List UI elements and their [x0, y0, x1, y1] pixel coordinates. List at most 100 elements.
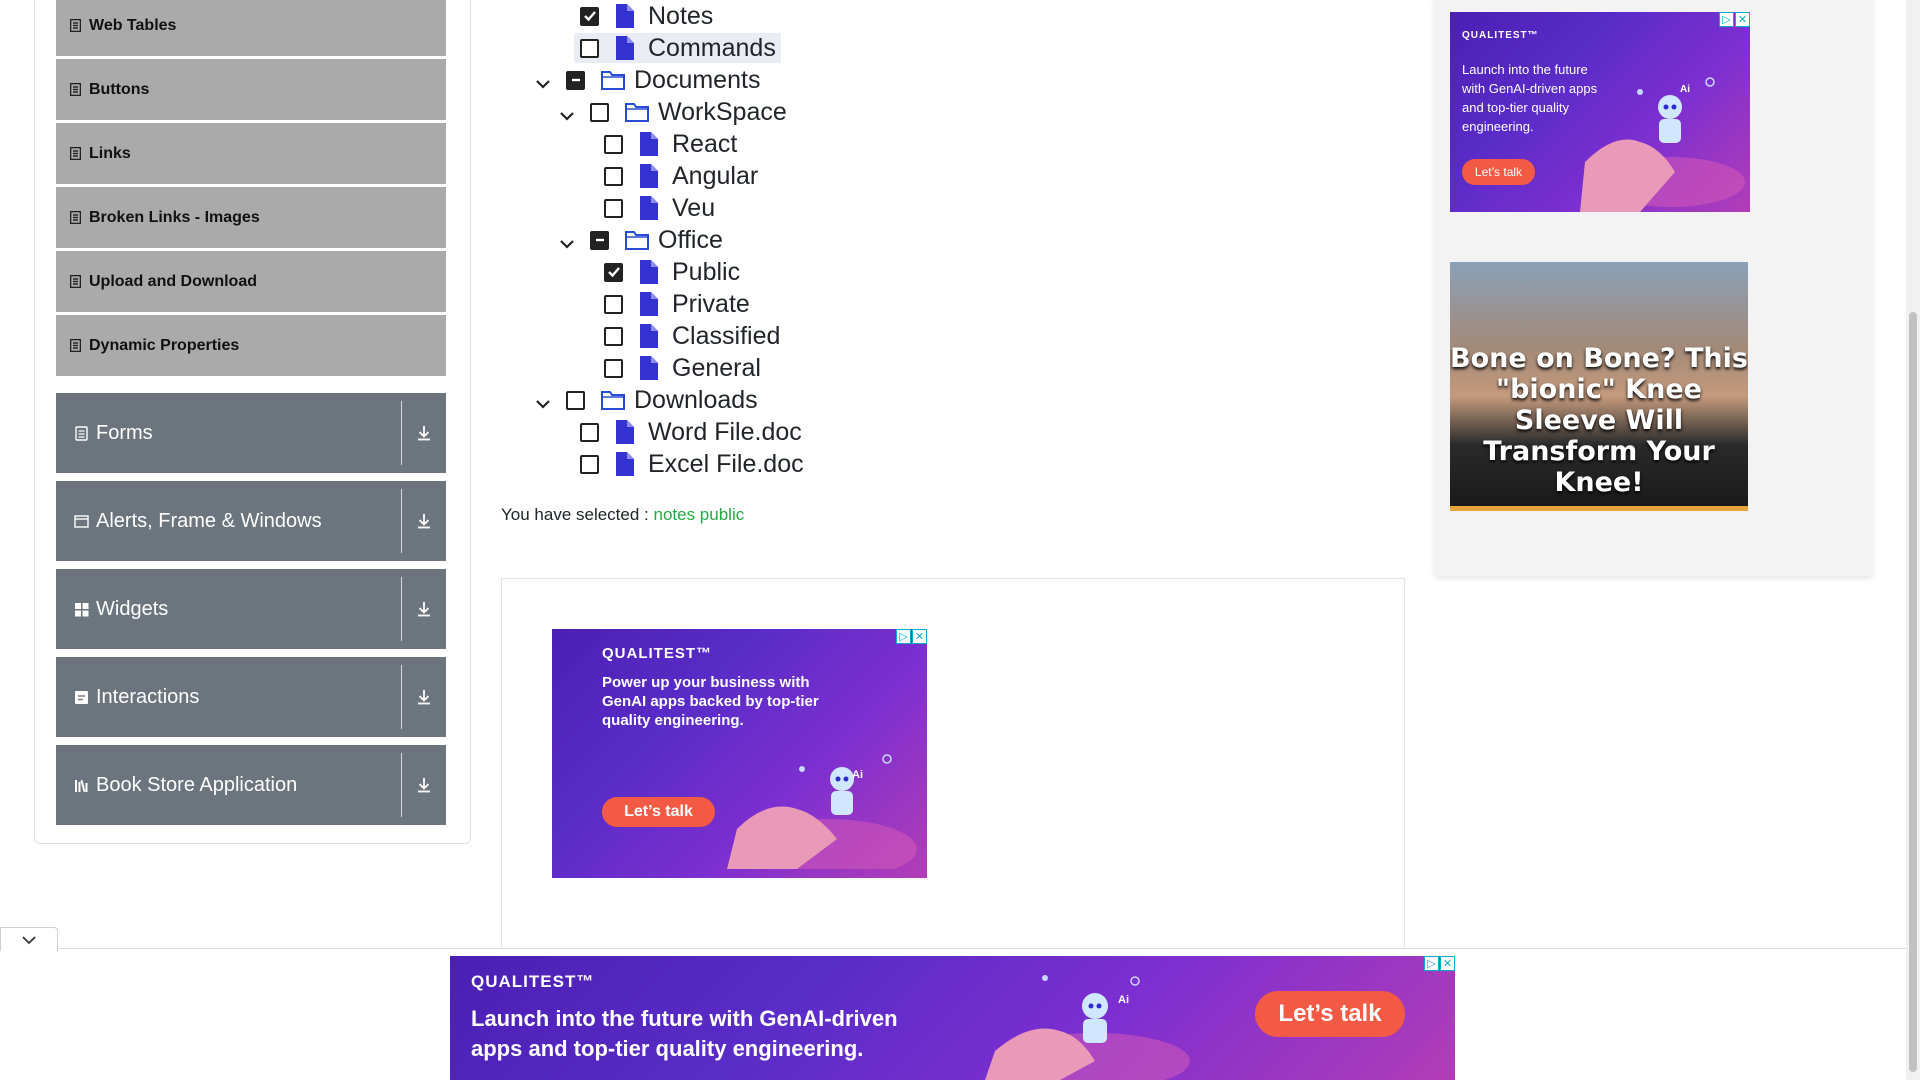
- sidebar-group-book-store[interactable]: Book Store Application: [56, 745, 446, 825]
- download-arrow-icon: [402, 601, 446, 617]
- selection-prefix: You have selected :: [501, 505, 649, 524]
- chevron-down-icon[interactable]: [534, 391, 552, 409]
- tree-node-veu[interactable]: Veu: [604, 193, 715, 223]
- checkbox[interactable]: [604, 166, 623, 186]
- chevron-down-icon[interactable]: [534, 71, 552, 89]
- file-icon: [639, 164, 659, 188]
- tree-node-label: Documents: [634, 65, 761, 94]
- sidebar-item-label: Links: [89, 144, 131, 162]
- ad-close-icon[interactable]: ✕: [912, 629, 927, 644]
- tree-node-commands[interactable]: Commands: [574, 33, 781, 63]
- tree-node-private[interactable]: Private: [604, 289, 750, 319]
- tree-node-documents[interactable]: Documents: [534, 65, 760, 95]
- checkbox[interactable]: [604, 358, 623, 378]
- sidebar-item-dynamic-properties[interactable]: Dynamic Properties: [56, 315, 446, 376]
- tree-node-notes[interactable]: Notes: [580, 1, 713, 31]
- checkbox-indeterminate[interactable]: [590, 230, 609, 250]
- sidebar-group-interactions[interactable]: Interactions: [56, 657, 446, 737]
- download-arrow-icon: [402, 513, 446, 529]
- checkbox[interactable]: [604, 134, 623, 154]
- group-label: Forms: [96, 421, 153, 444]
- checkbox[interactable]: [580, 422, 599, 442]
- list-icon: [70, 147, 81, 160]
- middle-ad-banner[interactable]: ▷ ✕ QUALITEST™ Power up your business wi…: [552, 629, 927, 878]
- sidebar-item-links[interactable]: Links: [56, 123, 446, 184]
- sidebar-item-upload-download[interactable]: Upload and Download: [56, 251, 446, 312]
- file-icon: [615, 4, 635, 28]
- checkbox-indeterminate[interactable]: [566, 70, 585, 90]
- knee-sleeve-ad[interactable]: Bone on Bone? This "bionic" Knee Sleeve …: [1450, 262, 1748, 511]
- tree-node-classified[interactable]: Classified: [604, 321, 780, 351]
- checkbox-checked[interactable]: [580, 6, 599, 26]
- tree-node-label: WorkSpace: [658, 97, 787, 126]
- folder-icon: [625, 228, 649, 252]
- file-icon: [615, 420, 635, 444]
- tree-node-general[interactable]: General: [604, 353, 761, 383]
- sidebar-item-buttons[interactable]: Buttons: [56, 59, 446, 120]
- chevron-down-icon[interactable]: [558, 231, 576, 249]
- sidebar-group-widgets[interactable]: Widgets: [56, 569, 446, 649]
- ad-info-icon[interactable]: ▷: [896, 629, 911, 644]
- download-arrow-icon: [402, 777, 446, 793]
- checkbox[interactable]: [604, 294, 623, 314]
- sidebar-group-alerts[interactable]: Alerts, Frame & Windows: [56, 481, 446, 561]
- checkbox[interactable]: [590, 102, 609, 122]
- books-icon: [74, 778, 89, 793]
- ad-close-controls[interactable]: ▷ ✕: [1423, 956, 1455, 971]
- checkbox[interactable]: [604, 326, 623, 346]
- sidebar-group-forms[interactable]: Forms: [56, 393, 446, 473]
- top-right-ad-banner[interactable]: ▷ ✕ QUALITEST™ Launch into the future wi…: [1450, 12, 1750, 212]
- folder-icon: [625, 100, 649, 124]
- file-icon: [639, 324, 659, 348]
- list-icon: [70, 339, 81, 352]
- checkbox[interactable]: [580, 38, 599, 58]
- tree-node-office[interactable]: Office: [558, 225, 723, 255]
- page-scrollbar[interactable]: [1906, 0, 1920, 1080]
- checkbox[interactable]: [604, 198, 623, 218]
- group-label: Book Store Application: [96, 773, 298, 796]
- ad-info-icon[interactable]: ▷: [1424, 956, 1439, 971]
- bottom-ad-banner[interactable]: ▷ ✕ QUALITEST™ Launch into the future wi…: [450, 956, 1455, 1080]
- tree-node-public[interactable]: Public: [604, 257, 740, 287]
- file-icon: [639, 132, 659, 156]
- download-arrow-icon: [402, 425, 446, 441]
- ad-cta-button[interactable]: Let’s talk: [1462, 159, 1535, 185]
- checkbox[interactable]: [580, 454, 599, 474]
- sidebar-item-web-tables[interactable]: Web Tables: [56, 0, 446, 56]
- ad-close-controls[interactable]: ▷ ✕: [1718, 12, 1750, 27]
- robot-hand-illustration: [727, 754, 917, 869]
- ad-ai-label: Ai: [852, 769, 863, 781]
- tree-node-downloads[interactable]: Downloads: [534, 385, 758, 415]
- tree-node-excel-file[interactable]: Excel File.doc: [580, 449, 804, 479]
- list-icon: [70, 211, 81, 224]
- ad-brand: QUALITEST™: [602, 645, 712, 662]
- ad-cta-button[interactable]: Let’s talk: [602, 797, 715, 827]
- collapse-ad-tab[interactable]: [0, 927, 58, 951]
- sidebar-item-broken-links[interactable]: Broken Links - Images: [56, 187, 446, 248]
- tree-node-angular[interactable]: Angular: [604, 161, 758, 191]
- tree-node-word-file[interactable]: Word File.doc: [580, 417, 802, 447]
- ad-close-controls[interactable]: ▷ ✕: [895, 629, 927, 644]
- scrollbar-thumb[interactable]: [1909, 312, 1917, 1072]
- tree-node-label: Public: [672, 257, 741, 286]
- chevron-down-icon[interactable]: [558, 103, 576, 121]
- robot-hand-illustration: [985, 975, 1190, 1080]
- tree-node-workspace[interactable]: WorkSpace: [558, 97, 787, 127]
- folder-icon: [601, 388, 625, 412]
- tree-node-label: Downloads: [634, 385, 758, 414]
- tree-node-label: Excel File.doc: [648, 449, 804, 478]
- file-icon: [639, 356, 659, 380]
- checkbox-checked[interactable]: [604, 262, 623, 282]
- ad-close-icon[interactable]: ✕: [1735, 12, 1750, 27]
- ad-cta-button[interactable]: Let’s talk: [1255, 991, 1405, 1037]
- checkbox[interactable]: [566, 390, 585, 410]
- sidebar-item-label: Buttons: [89, 80, 150, 98]
- tree-node-label: Private: [672, 289, 750, 318]
- list-icon: [70, 19, 81, 32]
- ad-info-icon[interactable]: ▷: [1719, 12, 1734, 27]
- ad-close-icon[interactable]: ✕: [1440, 956, 1455, 971]
- tree-node-label: React: [672, 129, 738, 158]
- sidebar-item-label: Dynamic Properties: [89, 336, 240, 354]
- download-arrow-icon: [402, 689, 446, 705]
- tree-node-react[interactable]: React: [604, 129, 737, 159]
